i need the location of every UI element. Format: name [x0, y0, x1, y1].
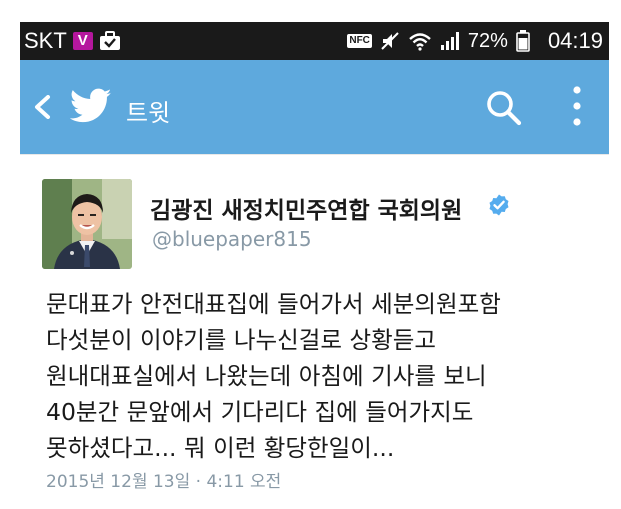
status-left: SKT V: [24, 22, 121, 60]
signal-icon: [440, 32, 459, 50]
status-bar: SKT V NFC 72% 04:19: [20, 22, 609, 60]
nfc-icon: NFC: [347, 34, 372, 48]
carrier-label: SKT: [24, 28, 67, 53]
briefcase-icon: [99, 31, 120, 50]
wifi-icon: [409, 33, 431, 51]
battery-percent: 72%: [467, 29, 508, 52]
author-handle[interactable]: @bluepaper815: [152, 227, 312, 251]
tweet-text-line: 못하셨다고... 뭐 이런 황당한일이...: [46, 434, 395, 462]
tweet-text-line: 40분간 문앞에서 기다리다 집에 들어가지도: [46, 398, 474, 426]
avatar-portrait: [42, 179, 132, 269]
tweet-text: 문대표가 안전대표집에 들어가서 세분의원포함 다섯분이 이야기를 나누신걸로 …: [46, 286, 601, 466]
avatar[interactable]: [42, 179, 132, 269]
verified-badge-icon: [489, 194, 509, 216]
tweet-text-line: 문대표가 안전대표집에 들어가서 세분의원포함: [46, 290, 501, 318]
chevron-left-icon[interactable]: [32, 95, 54, 119]
v-badge-icon: V: [72, 32, 93, 50]
app-bar: 트윗: [20, 60, 609, 154]
phone-screen: SKT V NFC 72% 04:19 트윗 김광진 새정치민주연합 국회의원 …: [20, 22, 609, 509]
status-right: NFC 72% 04:19: [347, 22, 603, 60]
tweet-timestamp: 2015년 12월 13일 · 4:11 오전: [46, 472, 282, 492]
search-icon[interactable]: [484, 88, 524, 128]
author-name[interactable]: 김광진 새정치민주연합 국회의원: [150, 191, 462, 225]
clock: 04:19: [547, 28, 603, 53]
battery-icon: [516, 30, 530, 52]
page-title: 트윗: [126, 99, 171, 127]
more-vertical-icon[interactable]: [570, 84, 584, 128]
twitter-bird-icon: [70, 88, 112, 123]
silent-icon: [381, 32, 399, 50]
tweet-text-line: 다섯분이 이야기를 나누신걸로 상황듣고: [46, 326, 436, 354]
tweet-text-line: 원내대표실에서 나왔는데 아침에 기사를 보니: [46, 362, 487, 390]
tweet-card: 김광진 새정치민주연합 국회의원 @bluepaper815 문대표가 안전대표…: [20, 154, 609, 509]
